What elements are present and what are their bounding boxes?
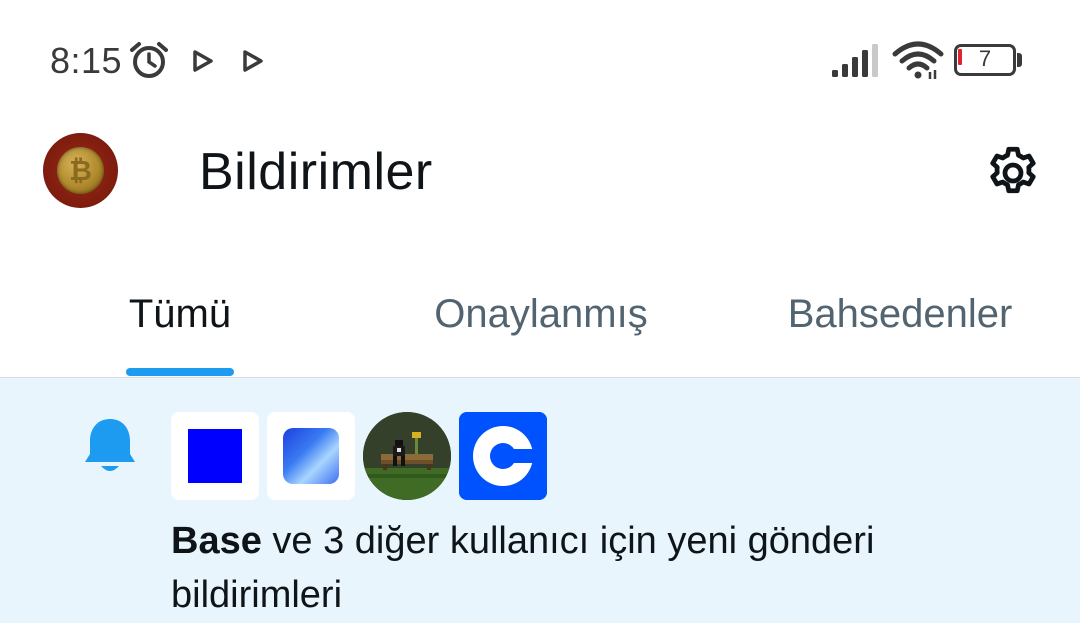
notification-username: Base bbox=[171, 520, 262, 562]
notification-message: ve 3 diğer kullanıcı için yeni gönderi b… bbox=[171, 520, 875, 616]
base-avatar[interactable] bbox=[171, 412, 259, 500]
bitcoin-coin-avatar: ₿ bbox=[57, 147, 104, 194]
tab-mentions[interactable]: Bahsedenler bbox=[760, 262, 1040, 378]
pixel-art-avatar[interactable] bbox=[363, 412, 451, 500]
settings-button[interactable] bbox=[982, 142, 1044, 204]
wifi-icon bbox=[892, 41, 944, 79]
status-bar: 8:15 7 bbox=[0, 0, 1080, 120]
play-icon bbox=[243, 50, 263, 72]
battery-level: 7 bbox=[978, 46, 992, 71]
active-tab-indicator bbox=[126, 368, 234, 376]
status-time: 8:15 bbox=[50, 40, 123, 81]
coinbase-avatar[interactable] bbox=[459, 412, 547, 500]
notification-tabs: Tümü Onaylanmış Bahsedenler bbox=[0, 262, 1080, 378]
bell-icon bbox=[85, 419, 135, 471]
page-title: Bildirimler bbox=[199, 143, 433, 201]
tab-label: Bahsedenler bbox=[787, 292, 1013, 336]
tab-verified[interactable]: Onaylanmış bbox=[400, 262, 682, 378]
alarm-icon bbox=[130, 42, 168, 78]
battery-icon: 7 bbox=[954, 44, 1024, 76]
signal-icon bbox=[832, 44, 878, 77]
tab-label: Onaylanmış bbox=[434, 292, 648, 336]
gear-icon bbox=[990, 146, 1036, 194]
profile-avatar[interactable]: ₿ bbox=[43, 133, 118, 208]
tab-all[interactable]: Tümü bbox=[80, 262, 280, 378]
tab-label: Tümü bbox=[128, 292, 232, 336]
play-icon bbox=[193, 50, 213, 72]
notification-text: Base ve 3 diğer kullanıcı için yeni gönd… bbox=[171, 514, 1031, 622]
blue-gradient-avatar[interactable] bbox=[267, 412, 355, 500]
